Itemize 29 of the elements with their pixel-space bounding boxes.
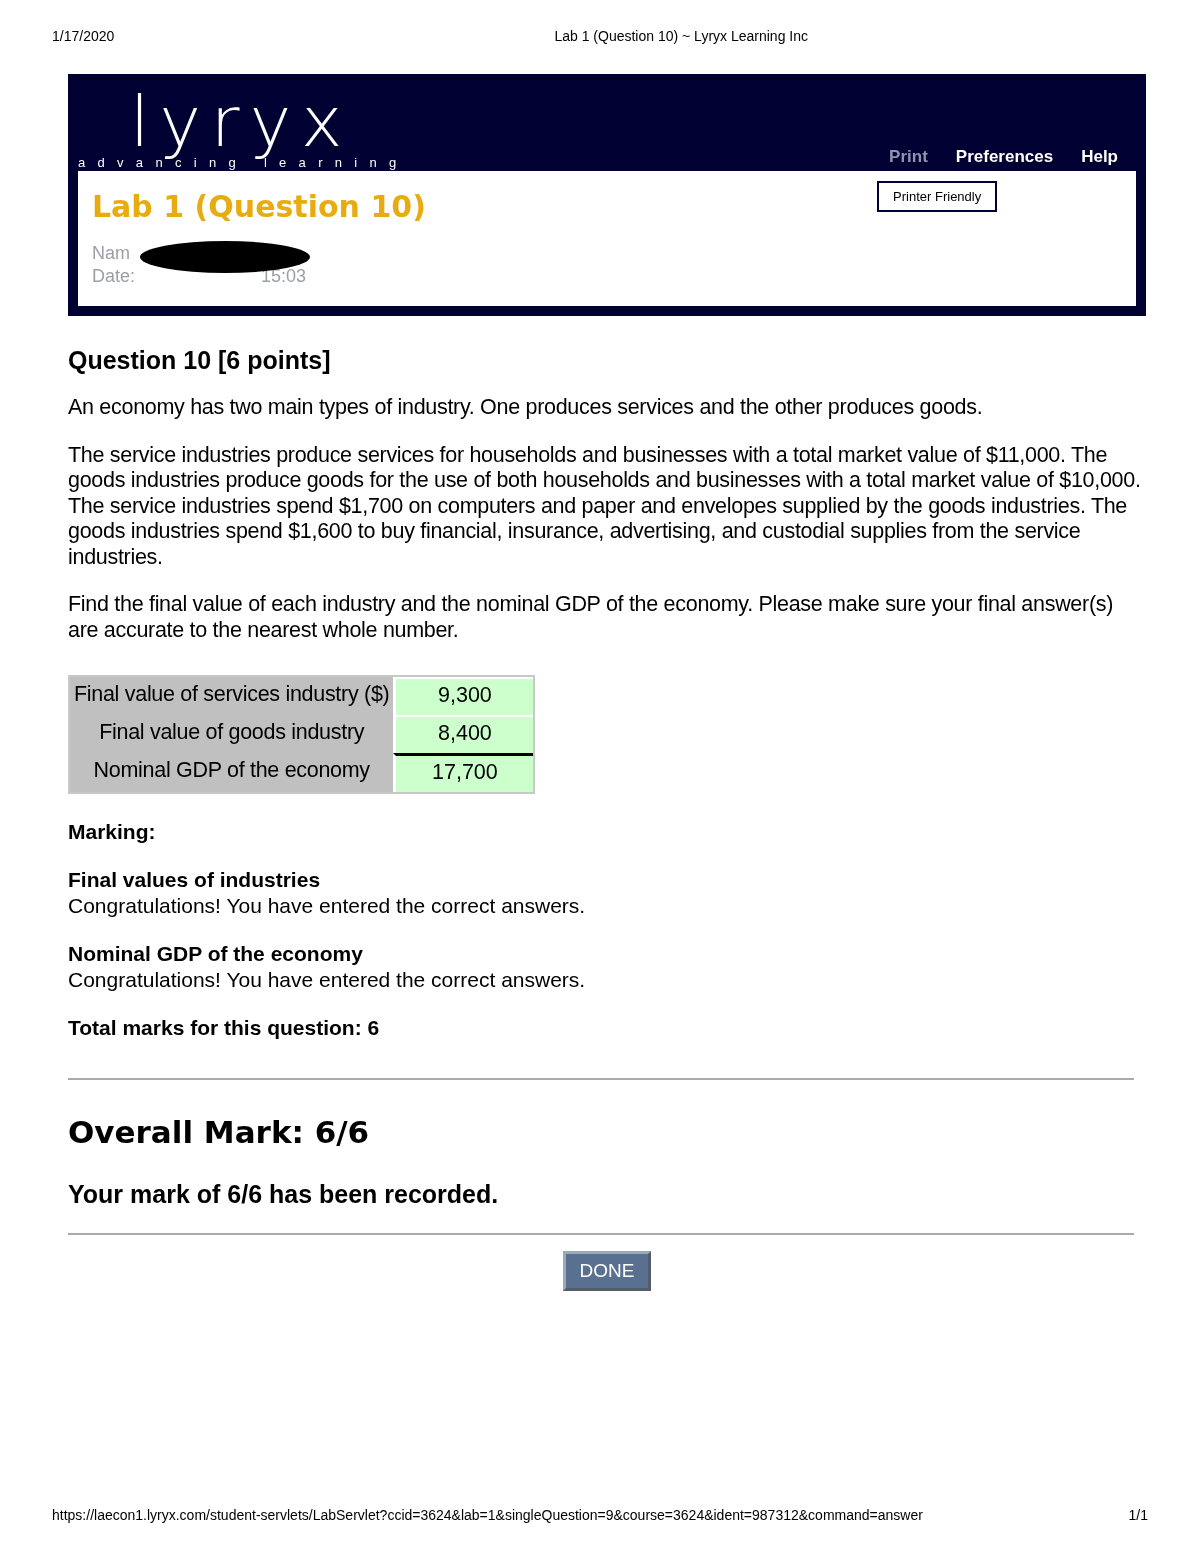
total-marks: Total marks for this question: 6 xyxy=(68,1016,381,1040)
answer-value: 9,300 xyxy=(393,677,534,715)
marking-title: Final values of industries xyxy=(68,868,322,892)
marking-feedback: Congratulations! You have entered the correct answers. xyxy=(68,968,587,992)
question-text: The service industries produce services for households and businesses with a total market value of $11,000. The goods industries produce goods for the use of both households and businesses with a total market value of $10,000. The service industries spend $1,700 on computers and paper and envelopes supplied by the goods industries. The goods industries spend $1,600 to buy financial, insurance, advertising, and custodial supplies from the service industries. xyxy=(68,442,1142,570)
page-number: 1/1 xyxy=(1128,1507,1148,1523)
page-title: Lab 1 (Question 10) ~ Lyryx Learning Inc xyxy=(554,28,808,44)
lab-title: Lab 1 (Question 10) xyxy=(92,189,426,224)
done-button[interactable]: DONE xyxy=(562,1251,652,1291)
nav-link[interactable]: Preferences xyxy=(955,147,1054,167)
name-label: Nam xyxy=(92,242,131,265)
overall-mark: Overall Mark: 6/6 xyxy=(68,1114,371,1150)
answer-label: Final value of goods industry xyxy=(98,719,366,746)
date-label: Date: xyxy=(92,265,136,288)
question-text: An economy has two main types of industry. One produces services and the other produces goods. xyxy=(68,395,984,421)
question-text: Find the final value of each industry and the nominal GDP of the economy. Please make sure your final answer(s) are accurate to the nearest whole number. xyxy=(68,592,1115,643)
marking-title: Nominal GDP of the economy xyxy=(68,942,364,966)
marking-heading: Marking: xyxy=(68,820,157,844)
answer-label: Nominal GDP of the economy xyxy=(92,757,371,784)
printer-friendly-link[interactable]: Printer Friendly xyxy=(877,181,998,212)
answer-value: 17,700 xyxy=(393,753,534,792)
page-url: https://laecon1.lyryx.com/student-servlets/LabServlet?ccid=3624&lab=1&singleQuestion=9&course=3624&ident=987312&command=answer xyxy=(52,1507,923,1523)
recorded-message: Your mark of 6/6 has been recorded. xyxy=(68,1180,500,1209)
question-heading: Question 10 [6 points] xyxy=(68,346,332,375)
marking-feedback: Congratulations! You have entered the correct answers. xyxy=(68,894,587,918)
answer-label: Final value of services industry ($) xyxy=(73,681,391,708)
answer-value: 8,400 xyxy=(393,715,534,753)
print-date: 1/17/2020 xyxy=(52,28,115,44)
nav-link[interactable]: Help xyxy=(1081,147,1118,167)
